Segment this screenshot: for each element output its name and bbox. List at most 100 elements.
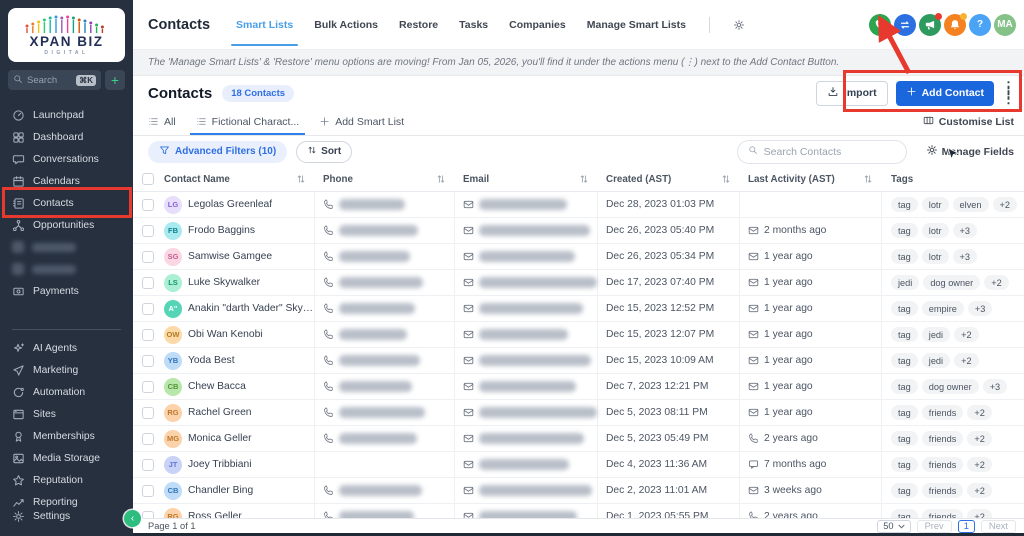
- sidebar-item-conversations[interactable]: Conversations: [0, 148, 133, 170]
- table-row[interactable]: LS Luke Skywalker Dec 17, 2023 07:40 PM 1 y…: [133, 270, 1024, 296]
- tag-pill[interactable]: tag: [891, 483, 918, 498]
- sort-button[interactable]: Sort: [296, 140, 353, 163]
- current-page-button[interactable]: 1: [957, 519, 975, 533]
- row-checkbox[interactable]: [142, 510, 154, 518]
- row-checkbox[interactable]: [142, 406, 154, 419]
- sidebar-item-launchpad[interactable]: Launchpad: [0, 104, 133, 126]
- sidebar-item-dashboard[interactable]: Dashboard: [0, 126, 133, 148]
- table-row[interactable]: CB Chandler Bing Dec 2, 2023 11:01 AM 3 wee…: [133, 478, 1024, 504]
- table-row[interactable]: CB Chew Bacca Dec 7, 2023 12:21 PM 1 year a…: [133, 374, 1024, 400]
- select-all-checkbox[interactable]: [142, 173, 154, 185]
- contact-name[interactable]: Rachel Green: [188, 407, 252, 418]
- tag-pill[interactable]: +3: [952, 223, 978, 238]
- row-checkbox[interactable]: [142, 276, 154, 289]
- sidebar-item-contacts[interactable]: Contacts: [0, 192, 133, 214]
- contact-name[interactable]: Luke Skywalker: [188, 277, 260, 288]
- tag-pill[interactable]: +3: [967, 301, 993, 316]
- table-row[interactable]: LG Legolas Greenleaf Dec 28, 2023 01:03 PM…: [133, 192, 1024, 218]
- contact-name[interactable]: Chew Bacca: [188, 381, 246, 392]
- row-checkbox[interactable]: [142, 302, 154, 315]
- tag-pill[interactable]: empire: [921, 301, 964, 316]
- topnav-tab-bulk-actions[interactable]: Bulk Actions: [314, 0, 378, 49]
- contact-name[interactable]: Frodo Baggins: [188, 225, 255, 236]
- contact-name[interactable]: Monica Geller: [188, 433, 252, 444]
- tag-pill[interactable]: jedi: [891, 275, 920, 290]
- column-header-phone[interactable]: Phone: [315, 167, 455, 191]
- table-row[interactable]: MG Monica Geller Dec 5, 2023 05:49 PM 2 yea…: [133, 426, 1024, 452]
- tag-pill[interactable]: tag: [891, 249, 918, 264]
- topnav-tab-tasks[interactable]: Tasks: [459, 0, 488, 49]
- row-checkbox[interactable]: [142, 198, 154, 211]
- contact-name[interactable]: Ross Geller: [188, 511, 242, 518]
- user-avatar[interactable]: MA: [994, 13, 1016, 36]
- contact-name[interactable]: Chandler Bing: [188, 485, 253, 496]
- table-row[interactable]: JT Joey Tribbiani Dec 4, 2023 11:36 AM 7 mo…: [133, 452, 1024, 478]
- tag-pill[interactable]: tag: [891, 509, 918, 518]
- tag-pill[interactable]: tag: [891, 223, 918, 238]
- search-contacts-input[interactable]: Search Contacts: [736, 139, 907, 164]
- row-checkbox[interactable]: [142, 224, 154, 237]
- manage-fields-button[interactable]: Manage Fields: [926, 144, 1014, 159]
- column-header-tags[interactable]: Tags: [882, 167, 1024, 191]
- topnav-tab-manage-smart-lists[interactable]: Manage Smart Lists: [587, 0, 686, 49]
- prev-page-button[interactable]: Prev: [916, 519, 952, 533]
- quick-add-button[interactable]: +: [105, 70, 125, 90]
- sidebar-search-input[interactable]: Search ⌘K: [8, 70, 101, 90]
- sidebar-item-automation[interactable]: Automation: [0, 381, 133, 403]
- brand-logo[interactable]: XPAN BIZ DIGITAL: [8, 8, 125, 62]
- tag-pill[interactable]: +3: [982, 379, 1008, 394]
- column-header-created-ast-[interactable]: Created (AST): [598, 167, 740, 191]
- tag-pill[interactable]: friends: [921, 483, 964, 498]
- column-header-last-activity-ast-[interactable]: Last Activity (AST): [740, 167, 882, 191]
- add-smart-list-button[interactable]: Add Smart List: [319, 108, 404, 135]
- megaphone-icon[interactable]: [919, 12, 942, 36]
- tag-pill[interactable]: +2: [967, 509, 992, 518]
- table-row[interactable]: RG Rachel Green Dec 5, 2023 08:11 PM 1 year…: [133, 400, 1024, 426]
- row-checkbox[interactable]: [142, 458, 154, 471]
- table-row[interactable]: A" Anakin "darth Vader" Skywa... Dec 15, 2…: [133, 296, 1024, 322]
- topnav-tab-restore[interactable]: Restore: [399, 0, 438, 49]
- tag-pill[interactable]: tag: [891, 301, 918, 316]
- page-size-select[interactable]: 50: [877, 519, 911, 533]
- tag-pill[interactable]: lotr: [921, 223, 949, 238]
- sidebar-item-sites[interactable]: Sites: [0, 403, 133, 425]
- tag-pill[interactable]: +2: [954, 353, 979, 368]
- sidebar-item-ai-agents[interactable]: AI Agents: [0, 337, 133, 359]
- next-page-button[interactable]: Next: [980, 519, 1016, 533]
- tag-pill[interactable]: dog owner: [923, 275, 981, 290]
- sidebar-collapse-button[interactable]: ‹: [124, 510, 141, 527]
- contact-name[interactable]: Yoda Best: [188, 355, 235, 366]
- topnav-tab-companies[interactable]: Companies: [509, 0, 566, 49]
- tag-pill[interactable]: +2: [967, 457, 992, 472]
- tag-pill[interactable]: lotr: [921, 197, 949, 212]
- sidebar-item-calendars[interactable]: Calendars: [0, 170, 133, 192]
- tag-pill[interactable]: dog owner: [921, 379, 979, 394]
- tag-pill[interactable]: jedi: [921, 353, 951, 368]
- sidebar-item-blurred[interactable]: [0, 236, 133, 258]
- sort-icon[interactable]: [722, 174, 730, 184]
- column-header-contact-name[interactable]: Contact Name: [160, 167, 315, 191]
- tag-pill[interactable]: jedi: [921, 327, 951, 342]
- tag-pill[interactable]: tag: [891, 457, 918, 472]
- sidebar-item-payments[interactable]: Payments: [0, 280, 133, 302]
- tab-smart-list-fictional[interactable]: Fictional Charact...: [189, 108, 305, 135]
- tag-pill[interactable]: +2: [992, 197, 1017, 212]
- row-checkbox[interactable]: [142, 380, 154, 393]
- tag-pill[interactable]: friends: [921, 457, 964, 472]
- column-header-email[interactable]: Email: [455, 167, 598, 191]
- bell-icon[interactable]: [944, 12, 967, 36]
- row-checkbox[interactable]: [142, 250, 154, 263]
- tab-all-contacts[interactable]: All: [148, 108, 176, 135]
- sidebar-item-marketing[interactable]: Marketing: [0, 359, 133, 381]
- help-icon[interactable]: ?: [969, 13, 991, 36]
- topnav-tab-smart-lists[interactable]: Smart Lists: [231, 0, 299, 49]
- sort-icon[interactable]: [864, 174, 872, 184]
- table-row[interactable]: SG Samwise Gamgee Dec 26, 2023 05:34 PM 1 y…: [133, 244, 1024, 270]
- tag-pill[interactable]: elven: [952, 197, 989, 212]
- tag-pill[interactable]: tag: [891, 353, 918, 368]
- gear-icon[interactable]: [733, 19, 745, 31]
- row-checkbox[interactable]: [142, 354, 154, 367]
- advanced-filters-button[interactable]: Advanced Filters (10): [148, 140, 288, 163]
- row-checkbox[interactable]: [142, 432, 154, 445]
- add-contact-button[interactable]: Add Contact: [895, 80, 994, 106]
